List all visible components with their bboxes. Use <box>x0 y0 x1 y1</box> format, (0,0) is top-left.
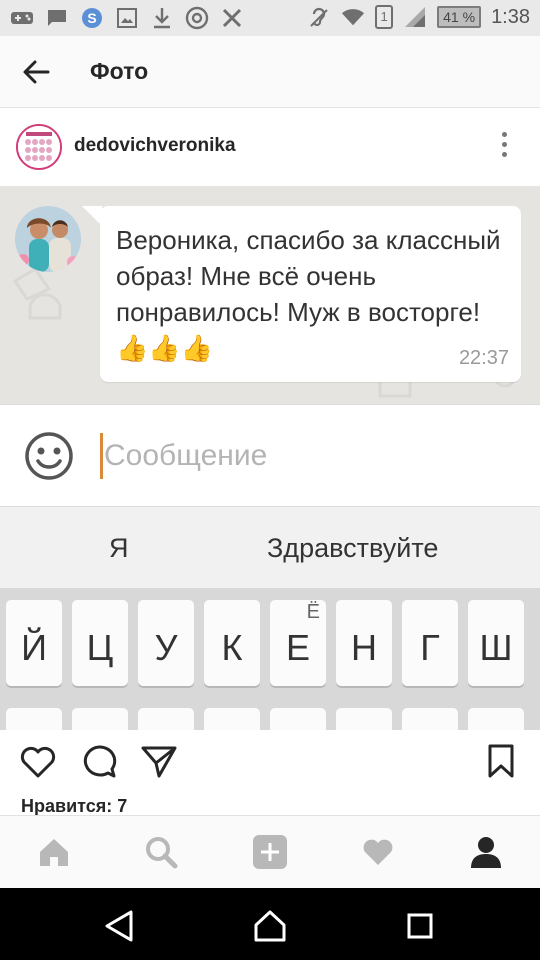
home-circle-icon[interactable] <box>252 908 288 944</box>
message-bubble: Вероника, спасибо за классный образ! Мне… <box>100 206 521 382</box>
key-second-row <box>468 708 524 730</box>
home-icon[interactable] <box>36 834 72 870</box>
keyboard: Й Ц У К Е Ё Н Г Ш <box>0 588 540 730</box>
wifi-icon <box>341 5 365 29</box>
chat-contact-avatar <box>15 206 81 272</box>
chat-background: Вероника, спасибо за классный образ! Мне… <box>0 186 540 404</box>
key: Н <box>336 600 392 686</box>
suggestion-bar: Я Здравствуйте <box>0 506 540 588</box>
page-title: Фото <box>90 58 149 84</box>
heart-icon[interactable] <box>18 742 58 782</box>
bookmark-icon[interactable] <box>482 742 522 782</box>
recents-square-icon[interactable] <box>402 908 438 944</box>
back-arrow-icon[interactable] <box>18 54 54 90</box>
avatar[interactable] <box>16 124 62 170</box>
key: Й <box>6 600 62 686</box>
key: К <box>204 600 260 686</box>
key: Г <box>402 600 458 686</box>
search-icon[interactable] <box>143 834 179 870</box>
at-icon <box>185 6 209 30</box>
status-time: 1:38 <box>491 5 530 28</box>
skype-icon: S <box>80 6 104 30</box>
key-e-alt: Ё <box>306 601 320 623</box>
likes-count[interactable]: Нравится: 7 <box>21 796 127 817</box>
comment-icon[interactable] <box>79 742 119 782</box>
share-icon[interactable] <box>139 742 179 782</box>
text-cursor <box>100 433 103 479</box>
signal-icon <box>403 5 427 29</box>
key-second-row <box>204 708 260 730</box>
image-icon <box>115 6 139 30</box>
post-username[interactable]: dedovichveronika <box>74 135 236 157</box>
more-options-icon[interactable] <box>496 132 512 162</box>
key-second-row <box>72 708 128 730</box>
post-actions <box>0 730 540 794</box>
smiley-icon <box>24 431 74 481</box>
key-second-row <box>402 708 458 730</box>
system-indicators: 1 41 % 1:38 <box>307 5 530 29</box>
message-time: 22:37 <box>458 347 509 369</box>
key: У <box>138 600 194 686</box>
app-bar: Фото <box>0 36 540 108</box>
bubble-tail <box>82 206 102 226</box>
back-triangle-icon[interactable] <box>102 908 138 944</box>
battery-indicator: 41 % <box>437 6 482 28</box>
suggestion-2: Здравствуйте <box>267 533 439 563</box>
activity-heart-icon[interactable] <box>360 834 396 870</box>
key-second-row <box>138 708 194 730</box>
message-icon <box>45 6 69 30</box>
message-text: Вероника, спасибо за классный образ! Мне… <box>116 225 501 363</box>
post-photo: Вероника, спасибо за классный образ! Мне… <box>0 186 540 730</box>
key-second-row <box>270 708 326 730</box>
suggestion-1: Я <box>109 533 129 563</box>
add-post-icon[interactable] <box>252 834 288 870</box>
key: Ц <box>72 600 128 686</box>
hearing-icon <box>307 5 331 29</box>
download-icon <box>150 6 174 30</box>
post-header: dedovichveronika <box>0 108 540 186</box>
key-e: Е Ё <box>270 600 326 686</box>
bottom-navigation <box>0 815 540 888</box>
key-second-row <box>336 708 392 730</box>
system-navigation-bar <box>0 888 540 960</box>
message-input-placeholder: Сообщение <box>104 439 268 472</box>
message-composer: Сообщение <box>0 404 540 506</box>
gamepad-icon <box>10 6 34 30</box>
status-bar: S 1 41 % 1:38 <box>0 0 540 36</box>
svg-text:S: S <box>87 10 96 26</box>
sim-indicator: 1 <box>375 5 394 29</box>
key: Ш <box>468 600 524 686</box>
cross-tools-icon <box>220 6 244 30</box>
profile-icon[interactable] <box>468 834 504 870</box>
key-second-row <box>6 708 62 730</box>
notification-icons: S <box>10 6 244 30</box>
